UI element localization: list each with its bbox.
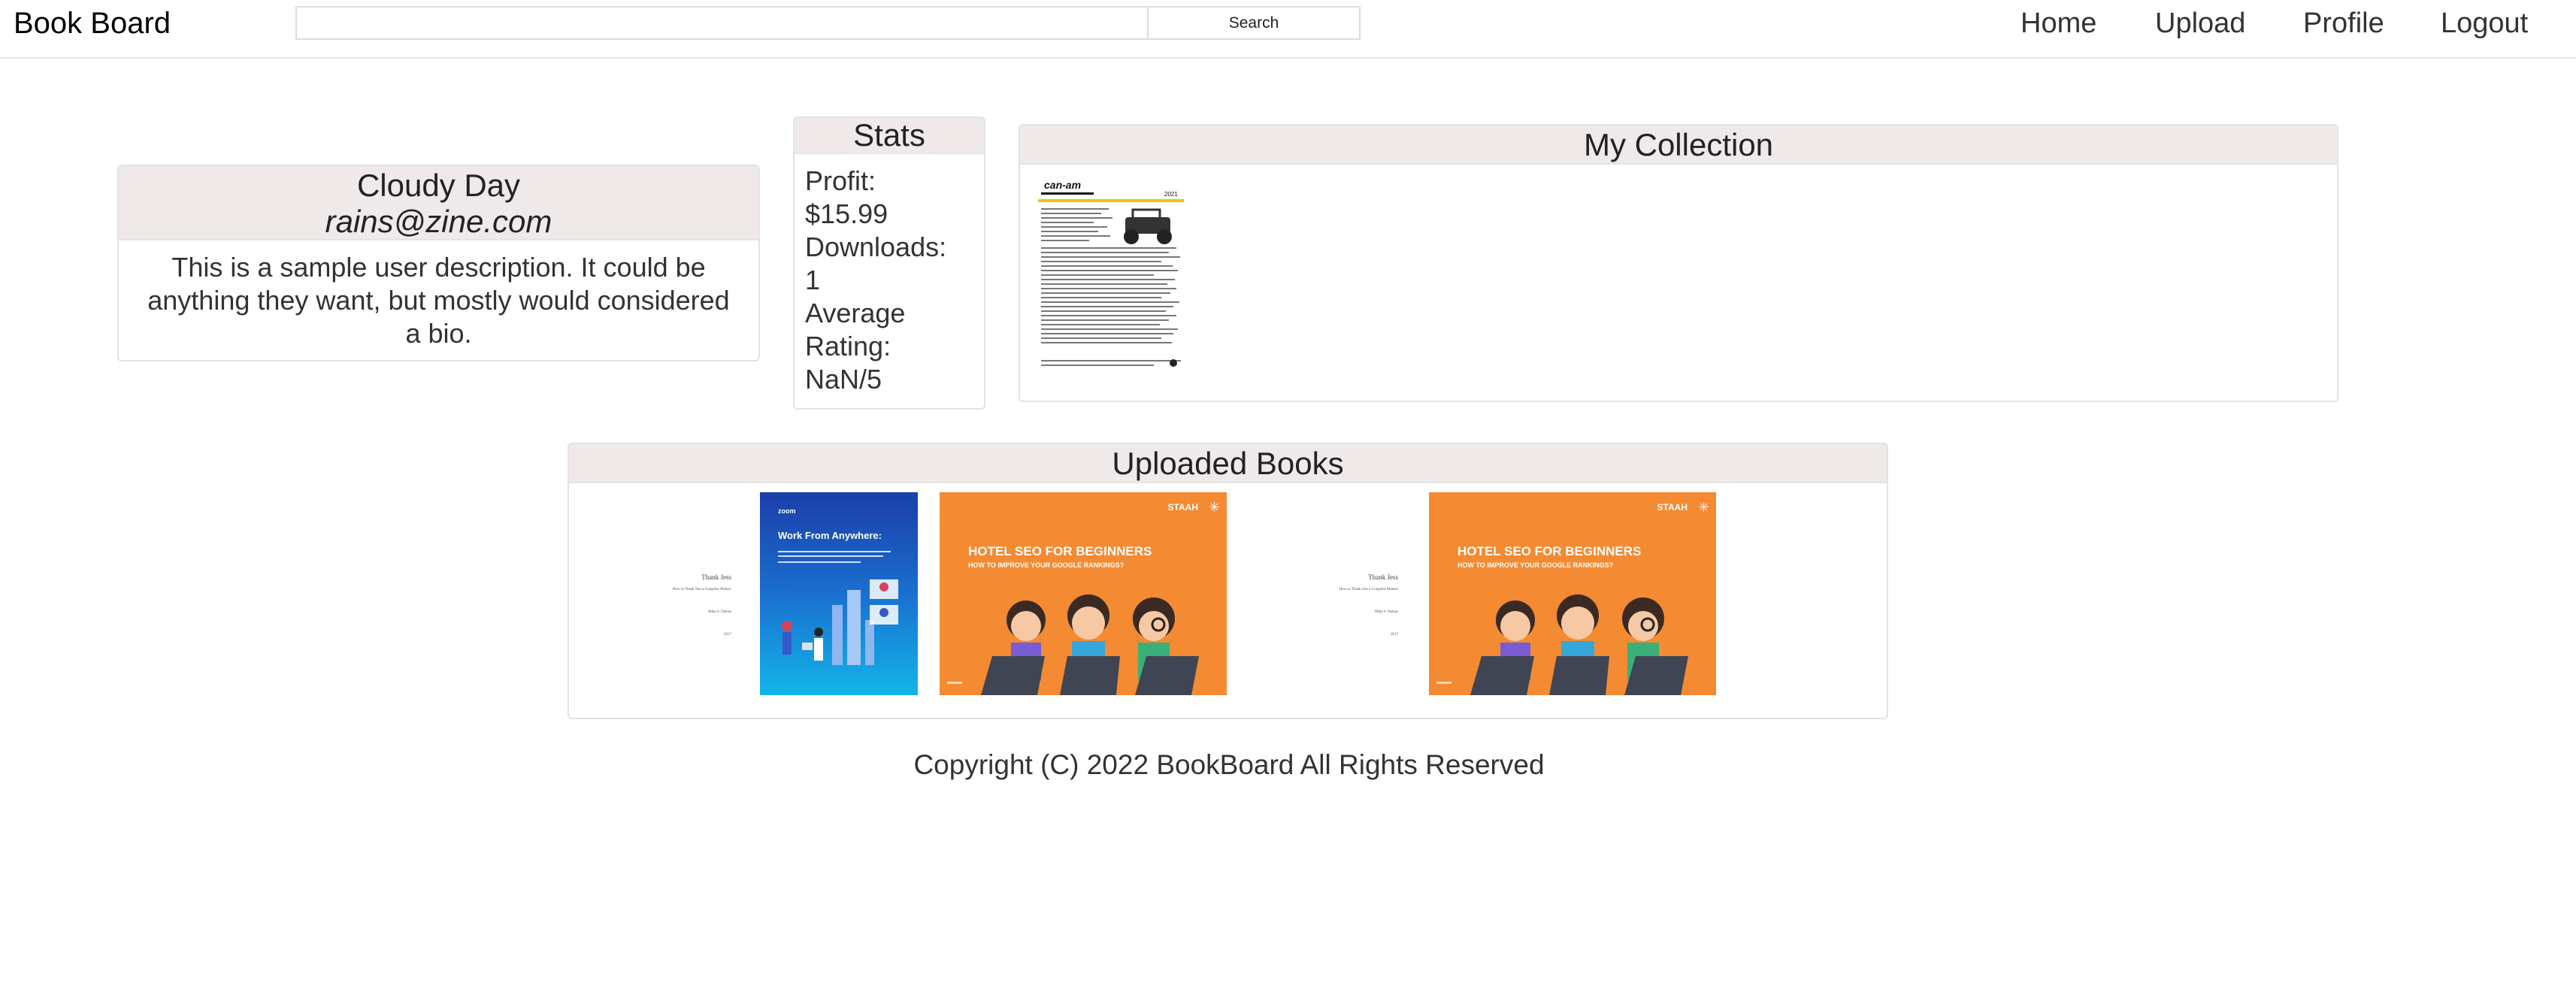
svg-text:Work From Anywhere:: Work From Anywhere: [778,530,882,541]
my-collection-card: My Collection can-am 2021 [1019,124,2338,402]
uploaded-book-thumbnail[interactable]: zoom Work From Anywhere: [760,492,918,695]
nav-link-home[interactable]: Home [2021,3,2096,44]
spec-sheet-brand: can-am [1044,179,1081,191]
brand-logo-link[interactable]: Book Board [14,3,171,44]
text-cover-image: Thank Jess How to Thank Jess a Craigslis… [673,573,732,637]
search-input[interactable] [295,6,1149,40]
collection-book-thumbnail[interactable]: can-am 2021 [1031,171,1191,383]
stats-rating-label-1: Average [805,298,906,328]
svg-text:Mike S. Damas: Mike S. Damas [1375,610,1398,614]
nav-link-logout[interactable]: Logout [2441,3,2528,44]
stats-title: Stats [795,118,984,154]
spec-sheet-cover-image: can-am 2021 [1031,171,1191,383]
svg-text:HOW TO IMPROVE YOUR GOOGLE RAN: HOW TO IMPROVE YOUR GOOGLE RANKINGS? [968,561,1124,569]
nav-link-profile[interactable]: Profile [2303,3,2384,44]
svg-text:How to Thank Jess a Craigslist: How to Thank Jess a Craigslist Maniac [673,588,732,591]
svg-text:How to Thank Jess a Craigslist: How to Thank Jess a Craigslist Maniac [1339,588,1399,591]
svg-text:STAAH: STAAH [1657,502,1688,513]
footer-copyright: Copyright (C) 2022 BookBoard All Rights … [913,749,1545,780]
svg-text:HOTEL SEO FOR BEGINNERS: HOTEL SEO FOR BEGINNERS [1458,544,1641,558]
svg-text:✳: ✳ [1209,500,1220,515]
my-collection-title: My Collection [1020,126,2337,165]
nav-link-upload[interactable]: Upload [2155,3,2245,44]
svg-text:Mike S. Damas: Mike S. Damas [708,610,731,614]
blue-cover-image: zoom Work From Anywhere: [778,507,898,665]
uploaded-book-thumbnail[interactable]: STAAH ✳ HOTEL SEO FOR BEGINNERS HOW TO I… [940,492,1227,695]
top-navbar: Book Board Search Home Upload Profile Lo… [0,0,2576,59]
svg-text:HOTEL SEO FOR BEGINNERS: HOTEL SEO FOR BEGINNERS [968,544,1152,558]
profile-bio: This is a sample user description. It co… [147,252,730,349]
profile-name: Cloudy Day [356,168,521,203]
orange-cover-image: STAAH ✳ HOTEL SEO FOR BEGINNERS HOW TO I… [947,500,1220,695]
svg-text:✳: ✳ [1698,500,1709,515]
uploaded-book-thumbnail[interactable]: STAAH ✳ HOTEL SEO FOR BEGINNERS HOW TO I… [1429,492,1716,695]
svg-text:Thank Jess: Thank Jess [1368,573,1398,581]
profile-card: Cloudy Day rains@zine.com This is a samp… [117,165,760,361]
stats-downloads-value: 1 [805,265,821,295]
svg-text:HOW TO IMPROVE YOUR GOOGLE RAN: HOW TO IMPROVE YOUR GOOGLE RANKINGS? [1458,561,1613,569]
uploaded-book-thumbnail[interactable]: Thank Jess How to Thank Jess a Craigslis… [1263,492,1416,695]
uploaded-books-card: Uploaded Books Thank Jess How to Thank J… [568,443,1888,719]
stats-rating-label-2: Rating: [805,331,891,361]
svg-text:2017: 2017 [724,633,732,637]
svg-text:STAAH: STAAH [1168,502,1198,513]
text-cover-image: Thank Jess How to Thank Jess a Craigslis… [1339,573,1399,637]
stats-profit-label: Profit: [805,165,876,196]
uploaded-books-title: Uploaded Books [569,444,1887,483]
profile-email: rains@zine.com [325,204,552,239]
profile-card-header: Cloudy Day rains@zine.com [119,166,758,240]
svg-text:zoom: zoom [778,507,796,515]
stats-card: Stats Profit: $15.99 Downloads: 1 Averag… [793,116,985,410]
spec-sheet-year: 2021 [1164,191,1178,198]
stats-profit-value: $15.99 [805,198,888,229]
search-button[interactable]: Search [1147,6,1361,40]
svg-text:2017: 2017 [1391,633,1399,637]
orange-cover-image: STAAH ✳ HOTEL SEO FOR BEGINNERS HOW TO I… [1436,500,1709,695]
stats-downloads-label: Downloads: [805,231,947,262]
stats-rating-value: NaN/5 [805,364,882,395]
stats-body: Profit: $15.99 Downloads: 1 Average Rati… [795,154,984,407]
svg-text:Thank Jess: Thank Jess [701,573,731,581]
uploaded-book-thumbnail[interactable]: Thank Jess How to Thank Jess a Craigslis… [596,492,749,695]
